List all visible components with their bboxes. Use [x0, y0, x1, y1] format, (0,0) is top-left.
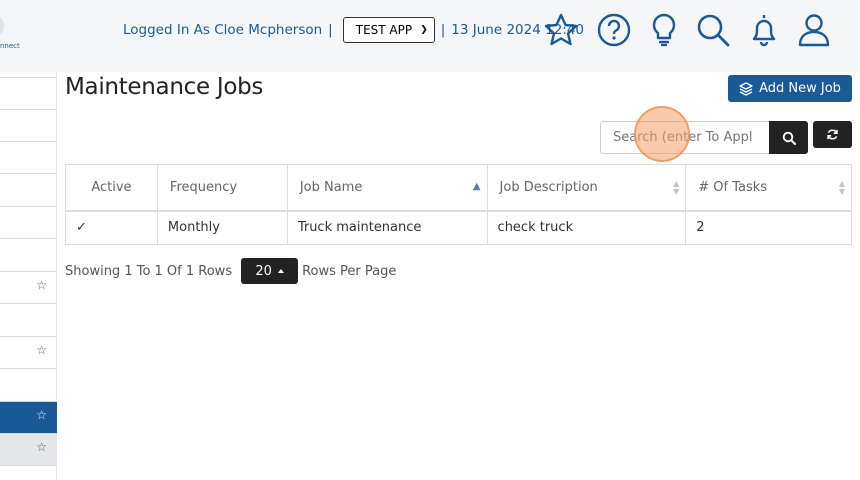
job-description-cell: check truck: [486, 210, 687, 245]
tasks-count-cell: 2: [685, 210, 852, 245]
refresh-icon: [827, 129, 838, 140]
star-icon[interactable]: ☆: [36, 343, 47, 357]
column-header-frequency[interactable]: Frequency: [156, 164, 288, 212]
top-header: nnect Logged In As Cloe Mcpherson | TEST…: [0, 0, 860, 72]
sidebar-item[interactable]: ☆: [0, 272, 57, 304]
sort-ascending-icon: ▲: [472, 181, 481, 192]
refresh-button[interactable]: [813, 121, 852, 148]
logo-graphic[interactable]: [0, 14, 4, 38]
column-header-active[interactable]: Active: [65, 164, 158, 212]
sort-icon: ▲ ▼: [838, 179, 845, 196]
column-header-job-name[interactable]: Job Name ▲: [286, 164, 488, 212]
search-placeholder: Search (enter To Appl: [613, 130, 753, 145]
help-icon[interactable]: [596, 12, 632, 48]
search-button[interactable]: [769, 121, 808, 154]
user-icon[interactable]: [796, 12, 832, 48]
separator: |: [328, 22, 333, 38]
sidebar-item[interactable]: [0, 174, 57, 207]
showing-rows-text: Showing 1 To 1 Of 1 Rows: [65, 263, 233, 279]
bell-icon[interactable]: [746, 12, 782, 48]
separator: |: [440, 22, 446, 38]
page-title: Maintenance Jobs: [65, 74, 264, 100]
star-icon[interactable]: ☆: [36, 278, 47, 292]
star-icon[interactable]: ☆: [36, 440, 47, 454]
column-header-job-description[interactable]: Job Description ▲ ▼: [486, 164, 687, 212]
table-row[interactable]: ✓ Monthly Truck maintenance check truck …: [65, 210, 852, 245]
rows-per-page-dropdown[interactable]: 20: [241, 258, 299, 284]
user-info-bar: Logged In As Cloe Mcpherson | TEST APP ❯…: [123, 17, 584, 43]
sidebar: ☆ ☆ ☆ ☆: [0, 72, 57, 480]
sidebar-item[interactable]: [0, 78, 57, 110]
add-new-job-label: Add New Job: [759, 81, 841, 96]
pagination: Showing 1 To 1 Of 1 Rows 20 Rows Per Pag…: [65, 258, 396, 284]
jobs-table: Active Frequency Job Name ▲ Job Descripti…: [65, 164, 852, 245]
rows-per-page-label: Rows Per Page: [302, 263, 397, 279]
active-check-icon: ✓: [65, 210, 158, 245]
sidebar-item[interactable]: [0, 369, 57, 402]
chevron-down-icon: ❯: [420, 25, 428, 35]
frequency-cell: Monthly: [156, 210, 288, 245]
column-header-tasks[interactable]: # Of Tasks ▲ ▼: [685, 164, 852, 212]
sidebar-item[interactable]: [0, 304, 57, 337]
rows-per-page-value: 20: [255, 263, 272, 279]
search-icon[interactable]: [695, 12, 731, 48]
table-header-row: Active Frequency Job Name ▲ Job Descripti…: [65, 164, 852, 212]
sort-icon: ▲ ▼: [673, 179, 680, 196]
search-icon: [782, 131, 796, 145]
sidebar-item[interactable]: [0, 207, 57, 239]
logo-text: nnect: [0, 42, 20, 50]
star-icon[interactable]: [543, 12, 579, 48]
caret-up-icon: [277, 269, 284, 273]
lightbulb-icon[interactable]: [646, 12, 682, 48]
app-select-value: TEST APP: [355, 23, 413, 37]
layers-icon: [739, 81, 753, 96]
sidebar-item[interactable]: [0, 239, 57, 272]
search-input[interactable]: Search (enter To Appl: [600, 121, 770, 154]
job-name-cell: Truck maintenance: [286, 210, 488, 245]
sidebar-item[interactable]: ☆: [0, 434, 57, 466]
add-new-job-button[interactable]: Add New Job: [728, 75, 852, 102]
sidebar-item[interactable]: [0, 110, 57, 142]
sidebar-item-maintenance-jobs[interactable]: ☆: [0, 402, 57, 434]
sidebar-item[interactable]: [0, 142, 57, 174]
star-icon[interactable]: ☆: [36, 408, 47, 422]
logged-in-label: Logged In As Cloe Mcpherson: [123, 22, 323, 38]
sidebar-item[interactable]: ☆: [0, 337, 57, 369]
app-select[interactable]: TEST APP ❯: [342, 17, 435, 43]
